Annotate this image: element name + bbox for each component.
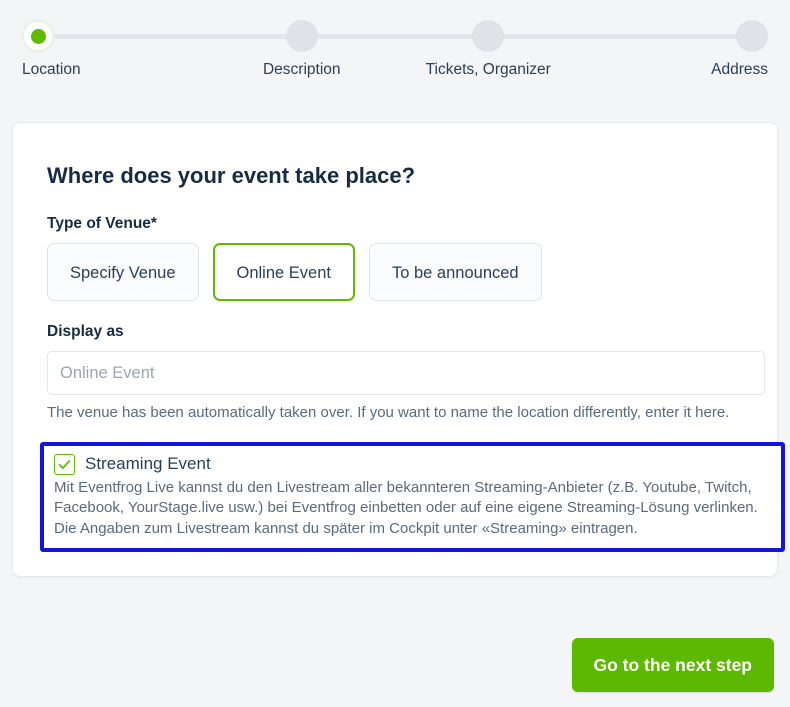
step-label-location: Location: [22, 61, 81, 78]
step-dot-description-icon: [285, 20, 318, 52]
streaming-event-description: Mit Eventfrog Live kannst du den Livestr…: [54, 478, 758, 538]
display-as-help-text: The venue has been automatically taken o…: [47, 404, 730, 421]
stepper-step-address[interactable]: Address: [582, 0, 790, 79]
form-footer: Go to the next step: [0, 614, 790, 707]
stepper-step-location[interactable]: Location: [0, 0, 209, 79]
type-of-venue-label: Type of Venue*: [47, 215, 157, 232]
stepper-step-tickets-organizer[interactable]: Tickets, Organizer: [395, 0, 582, 79]
page-title: Where does your event take place?: [47, 163, 416, 188]
display-as-input[interactable]: [47, 351, 765, 395]
display-as-label: Display as: [47, 323, 124, 340]
streaming-event-checkbox[interactable]: [54, 453, 75, 475]
location-form-card: Where does your event take place? Type o…: [12, 122, 785, 577]
step-dot-location-icon: [22, 20, 54, 52]
venue-type-option-group: Specify Venue Online Event To be announc…: [47, 243, 755, 301]
venue-option-to-be-announced[interactable]: To be announced: [368, 243, 542, 301]
step-label-tickets-organizer: Tickets, Organizer: [425, 61, 551, 78]
progress-stepper: Location Description Tickets, Organizer …: [0, 0, 790, 96]
go-to-next-step-button[interactable]: Go to the next step: [571, 638, 774, 692]
step-label-address: Address: [711, 61, 768, 78]
stepper-steps: Location Description Tickets, Organizer …: [0, 0, 790, 79]
streaming-event-title: Streaming Event: [85, 454, 211, 474]
stepper-step-description[interactable]: Description: [209, 0, 396, 79]
streaming-event-highlight-box: Streaming Event Mit Eventfrog Live kanns…: [40, 441, 785, 552]
streaming-event-header: Streaming Event: [54, 453, 771, 475]
step-dot-address-icon: [736, 20, 768, 52]
step-label-description: Description: [262, 61, 341, 78]
venue-option-specify-venue[interactable]: Specify Venue: [47, 243, 199, 301]
venue-option-online-event[interactable]: Online Event: [212, 243, 355, 301]
step-dot-tickets-organizer-icon: [472, 20, 505, 52]
check-icon: [58, 459, 71, 469]
